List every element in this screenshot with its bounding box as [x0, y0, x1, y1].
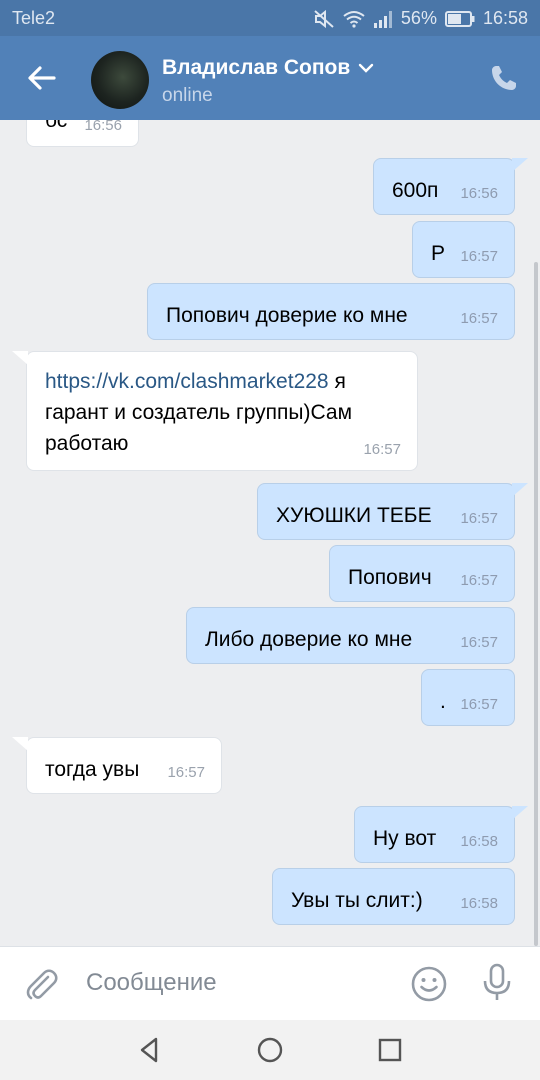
bubble-tail: [512, 483, 528, 497]
status-icons: 56% 16:58: [313, 8, 528, 29]
wifi-icon: [343, 10, 365, 28]
signal-icon: [373, 10, 392, 28]
nav-home-icon[interactable]: [254, 1034, 286, 1066]
bubble-tail: [12, 351, 28, 365]
battery-icon: [444, 10, 475, 27]
message-time: 16:57: [460, 248, 498, 265]
message-text: Либо доверие ко мне: [205, 628, 413, 651]
carrier-name: Tele2: [12, 8, 56, 28]
message-outgoing[interactable]: . 16:57: [421, 669, 515, 726]
battery-percent: 56%: [400, 8, 437, 28]
message-text: Ну вот: [373, 827, 437, 850]
avatar[interactable]: [91, 51, 149, 109]
message-outgoing[interactable]: Ну вот 16:58: [354, 806, 515, 863]
phone-icon[interactable]: [490, 64, 518, 92]
message-text: Попович: [348, 566, 432, 589]
message-text: ХУЮШКИ ТЕБЕ: [276, 504, 432, 527]
message-time: 16:57: [460, 310, 498, 327]
message-outgoing[interactable]: Попович доверие ко мне 16:57: [147, 283, 515, 340]
emoji-icon[interactable]: [410, 965, 448, 1003]
message-text-line: работаю: [45, 432, 129, 455]
message-text-line: гарант и создатель группы)Сам: [45, 401, 353, 424]
message-time: 16:56: [84, 120, 122, 134]
status-bar: Tele2 56% 16:58: [0, 0, 540, 36]
nav-back-icon[interactable]: [134, 1034, 166, 1066]
system-nav-bar: [0, 1020, 540, 1080]
bubble-tail: [512, 806, 528, 820]
chevron-down-icon: [359, 63, 374, 73]
bubble-tail: [12, 737, 28, 751]
message-time: 16:56: [460, 185, 498, 202]
message-outgoing[interactable]: Р 16:57: [412, 221, 515, 278]
message-time: 16:57: [460, 634, 498, 651]
nav-recents-icon[interactable]: [374, 1034, 406, 1066]
scrollbar[interactable]: [534, 262, 538, 946]
mic-icon[interactable]: [480, 963, 514, 1003]
message-outgoing[interactable]: Либо доверие ко мне 16:57: [186, 607, 515, 664]
message-text: бс: [45, 120, 68, 132]
message-link[interactable]: https://vk.com/clashmarket228: [45, 370, 329, 393]
message-time: 16:57: [460, 572, 498, 589]
message-text: .: [440, 690, 446, 713]
clock: 16:58: [482, 8, 528, 28]
message-outgoing[interactable]: Увы ты слит:) 16:58: [272, 868, 515, 925]
message-incoming[interactable]: тогда увы 16:57: [26, 737, 222, 794]
message-input[interactable]: Сообщение: [86, 969, 217, 997]
message-text: Попович доверие ко мне: [166, 304, 408, 327]
attach-icon[interactable]: [22, 965, 60, 1003]
back-arrow-icon[interactable]: [24, 60, 60, 96]
bubble-tail: [512, 158, 528, 172]
message-time: 16:58: [460, 833, 498, 850]
contact-name-button[interactable]: Владислав Сопов: [162, 56, 374, 80]
message-outgoing[interactable]: 600п 16:56: [373, 158, 515, 215]
message-text: Р: [431, 242, 446, 265]
message-composer: Сообщение: [0, 946, 540, 1021]
message-time: 16:57: [363, 441, 401, 458]
message-outgoing[interactable]: ХУЮШКИ ТЕБЕ 16:57: [257, 483, 515, 540]
message-text: 600п: [392, 179, 439, 202]
message-list[interactable]: бс 16:56 600п 16:56 Р 16:57 Попович дове…: [0, 120, 540, 946]
chat-header: Владислав Сопов online: [0, 36, 540, 120]
contact-name: Владислав Сопов: [162, 56, 351, 79]
message-text: тогда увы: [45, 758, 140, 781]
mute-icon: [314, 9, 334, 28]
message-outgoing[interactable]: Попович 16:57: [329, 545, 515, 602]
message-incoming[interactable]: https://vk.com/clashmarket228 я гарант и…: [26, 351, 418, 471]
message-text: я: [334, 370, 346, 393]
message-incoming[interactable]: бс 16:56: [26, 120, 139, 147]
message-time: 16:58: [460, 895, 498, 912]
message-time: 16:57: [460, 510, 498, 527]
contact-status: online: [162, 85, 213, 106]
message-text: Увы ты слит:): [291, 889, 423, 912]
message-time: 16:57: [167, 764, 205, 781]
message-time: 16:57: [460, 696, 498, 713]
